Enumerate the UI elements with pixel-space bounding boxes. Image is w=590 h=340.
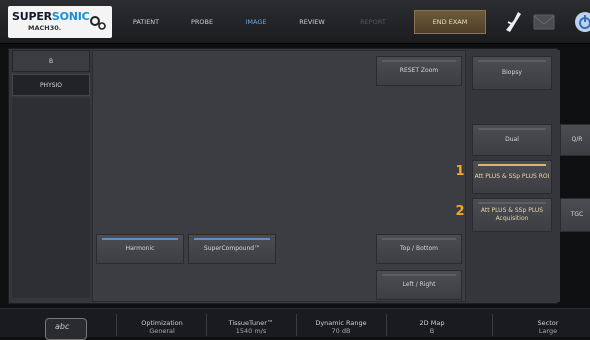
divider xyxy=(386,314,387,336)
abc-label: abc xyxy=(55,322,70,331)
2d-map-control[interactable]: 2D Map B xyxy=(392,319,472,335)
nav-report: REPORT xyxy=(360,18,386,26)
att-ssp-acquisition-button[interactable]: Att PLUS & SSp PLUS Acquisition xyxy=(472,198,552,232)
end-exam-button[interactable]: END EXAM xyxy=(414,10,486,34)
att-ssp-roi-button[interactable]: Att PLUS & SSp PLUS ROI xyxy=(472,160,552,194)
logo-model: MACH30. xyxy=(28,24,62,32)
mail-icon[interactable] xyxy=(532,12,556,32)
step-number-1: 1 xyxy=(455,164,465,179)
tgc-button[interactable]: TGC xyxy=(560,198,590,232)
tab-b[interactable]: B xyxy=(12,50,90,72)
content-area xyxy=(92,50,466,302)
biopsy-button[interactable]: Biopsy xyxy=(472,56,552,90)
step-number-2: 2 xyxy=(455,204,465,219)
reset-zoom-button[interactable]: RESET Zoom xyxy=(376,56,462,86)
tissuetuner-control[interactable]: TissueTuner™ 1540 m/s xyxy=(210,319,292,335)
nav-image[interactable]: IMAGE xyxy=(236,14,276,30)
sector-control[interactable]: Sector Large xyxy=(508,319,588,335)
nav-review[interactable]: REVIEW xyxy=(290,14,334,30)
harmonic-button[interactable]: Harmonic xyxy=(96,234,184,264)
side-panel xyxy=(12,98,90,298)
left-right-button[interactable]: Left / Right xyxy=(376,270,462,300)
power-icon[interactable] xyxy=(574,11,590,33)
nav-patient[interactable]: PATIENT xyxy=(124,14,168,30)
divider xyxy=(296,314,297,336)
top-bottom-button[interactable]: Top / Bottom xyxy=(376,234,462,264)
qr-button[interactable]: Q/R xyxy=(560,124,590,156)
tab-physio[interactable]: PHYSIO xyxy=(12,74,90,96)
gear-icon xyxy=(90,16,106,30)
divider xyxy=(492,314,493,336)
divider xyxy=(116,314,117,336)
bottom-bar xyxy=(0,308,590,337)
supercompound-button[interactable]: SuperCompound™ xyxy=(188,234,276,264)
logo: SUPERSONIC MACH30. xyxy=(8,6,112,38)
dynamic-range-control[interactable]: Dynamic Range 70 dB xyxy=(300,319,382,335)
nav-probe[interactable]: PROBE xyxy=(182,14,222,30)
probe-icon[interactable] xyxy=(502,8,524,34)
divider xyxy=(206,314,207,336)
optimization-control[interactable]: Optimization General xyxy=(122,319,202,335)
logo-brand: SUPERSONIC xyxy=(12,10,90,23)
dual-button[interactable]: Dual xyxy=(472,124,552,156)
